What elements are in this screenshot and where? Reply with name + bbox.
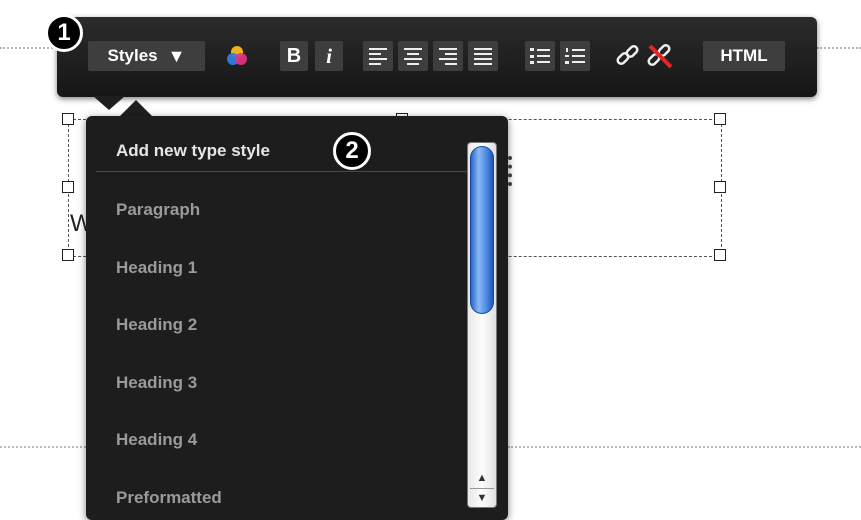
unlink-icon[interactable] <box>644 40 676 72</box>
align-right-icon[interactable] <box>433 41 463 71</box>
resize-handle-tr[interactable] <box>714 113 726 125</box>
dropdown-item-heading-4[interactable]: Heading 4 <box>116 430 197 450</box>
callout-2: 2 <box>333 132 371 170</box>
styles-button-label: Styles <box>107 46 158 65</box>
dropdown-item-preformatted[interactable]: Preformatted <box>116 488 222 508</box>
editor-text-dots <box>508 156 517 186</box>
resize-handle-br[interactable] <box>714 249 726 261</box>
dropdown-pointer <box>120 100 152 116</box>
page-guide-bottom <box>0 446 86 448</box>
resize-handle-ml[interactable] <box>62 181 74 193</box>
dropdown-item-heading-2[interactable]: Heading 2 <box>116 315 197 335</box>
dropdown-scrollbar[interactable]: ▲ ▼ <box>467 142 497 508</box>
dropdown-item-heading-1[interactable]: Heading 1 <box>116 258 197 278</box>
page-guide-top-right <box>817 47 861 49</box>
scrollbar-thumb[interactable] <box>470 146 494 314</box>
bullet-list-icon[interactable] <box>525 41 555 71</box>
resize-handle-bl[interactable] <box>62 249 74 261</box>
dropdown-item-paragraph[interactable]: Paragraph <box>116 200 200 220</box>
resize-handle-mr[interactable] <box>714 181 726 193</box>
bold-button[interactable]: B <box>280 41 308 71</box>
page-guide-bottom-right <box>508 446 861 448</box>
align-center-icon[interactable] <box>398 41 428 71</box>
resize-handle-tl[interactable] <box>62 113 74 125</box>
scroll-down-icon[interactable]: ▼ <box>470 488 494 506</box>
formatting-toolbar: Styles ▼ B i HTML <box>57 17 817 97</box>
chevron-down-icon: ▼ <box>167 45 186 66</box>
link-icon[interactable] <box>614 42 642 70</box>
dropdown-divider <box>96 171 468 172</box>
dropdown-item-heading-3[interactable]: Heading 3 <box>116 373 197 393</box>
numbered-list-icon[interactable] <box>560 41 590 71</box>
italic-button[interactable]: i <box>315 41 343 71</box>
callout-1: 1 <box>45 14 83 52</box>
color-palette-icon[interactable] <box>225 44 249 68</box>
align-justify-icon[interactable] <box>468 41 498 71</box>
styles-button[interactable]: Styles ▼ <box>88 41 205 71</box>
align-left-icon[interactable] <box>363 41 393 71</box>
scroll-up-icon[interactable]: ▲ <box>470 469 494 486</box>
dropdown-item-add-new-type-style[interactable]: Add new type style <box>116 141 270 161</box>
html-button[interactable]: HTML <box>703 41 785 71</box>
styles-dropdown: Add new type style Paragraph Heading 1 H… <box>86 116 508 520</box>
